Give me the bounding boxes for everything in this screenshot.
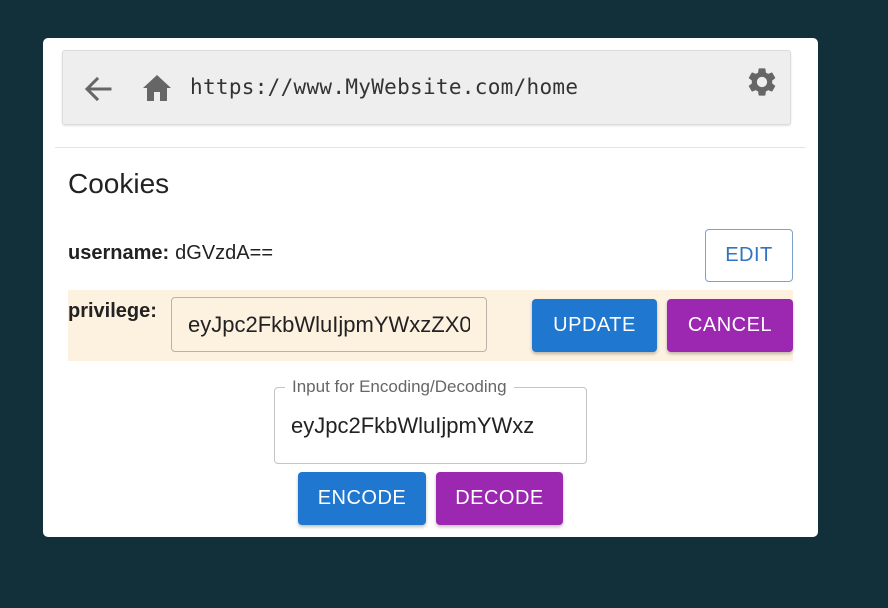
privilege-value-input[interactable]: [171, 297, 487, 352]
home-icon[interactable]: [141, 73, 173, 103]
encoding-input[interactable]: [291, 408, 573, 444]
address-bar: https://www.MyWebsite.com/home: [62, 50, 791, 125]
cancel-button[interactable]: CANCEL: [667, 299, 793, 352]
page-title: Cookies: [68, 168, 170, 199]
edit-button[interactable]: EDIT: [705, 229, 793, 282]
divider: [55, 147, 805, 148]
cookie-value-username: dGVzdA==: [175, 242, 273, 264]
encode-button[interactable]: ENCODE: [298, 472, 426, 525]
update-button[interactable]: UPDATE: [532, 299, 657, 352]
cookie-row-username: username: dGVzdA==: [68, 242, 273, 265]
arrow-left-icon[interactable]: [83, 75, 113, 103]
cookie-row-privilege: privilege: UPDATE CANCEL: [68, 290, 793, 361]
gear-icon[interactable]: [745, 65, 779, 99]
cookie-key-privilege: privilege:: [68, 300, 157, 322]
encoding-field-label: Input for Encoding/Decoding: [285, 377, 514, 397]
cookie-editor-card: https://www.MyWebsite.com/home Cookies u…: [43, 38, 818, 537]
url-text[interactable]: https://www.MyWebsite.com/home: [190, 75, 578, 99]
decode-button[interactable]: DECODE: [436, 472, 563, 525]
encoding-field: Input for Encoding/Decoding: [274, 377, 587, 464]
cookie-key-username: username:: [68, 242, 170, 264]
